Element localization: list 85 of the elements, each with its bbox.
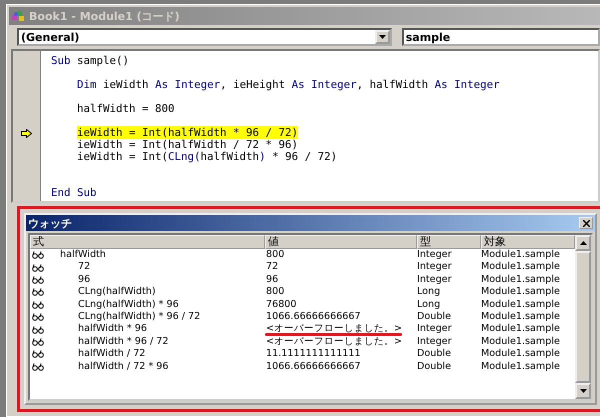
- watch-type: Integer: [417, 274, 452, 285]
- watch-value: 800: [265, 249, 284, 260]
- code-line: Dim ieWidth As Integer, ieHeight As Integer, halfWidth As Integer: [76, 79, 500, 91]
- procedure-dropdown[interactable]: sample: [402, 28, 600, 46]
- watch-type: Double: [417, 348, 451, 360]
- watch-row[interactable]: halfWidth / 72 * 96 1066.66666666667 Double Module1.sample: [30, 360, 575, 373]
- column-header[interactable]: 対象: [481, 235, 575, 249]
- glasses-icon: [32, 326, 44, 334]
- watch-expression: halfWidth: [59, 249, 106, 262]
- watch-value: 96: [265, 274, 278, 285]
- column-header[interactable]: 型: [417, 235, 481, 249]
- watch-expression: halfWidth / 72: [77, 348, 146, 361]
- glasses-icon: [32, 300, 44, 309]
- code-line: ieWidth = Int(CLng(halfWidth) * 96 / 72): [76, 151, 338, 163]
- glasses-icon: [32, 276, 44, 284]
- watch-context: Module1.sample: [481, 298, 560, 310]
- watch-type: Integer: [417, 261, 452, 272]
- watch-type: Double: [417, 360, 451, 372]
- watch-context: Module1.sample: [481, 348, 560, 360]
- watch-value: <オーバーフローしました。>: [265, 323, 402, 334]
- watch-value: 11.1111111111111: [265, 348, 361, 360]
- close-button[interactable]: [579, 217, 593, 229]
- code-line: ieWidth = Int(halfWidth / 72 * 96): [76, 139, 298, 151]
- watch-expression: CLng(halfWidth): [77, 286, 156, 299]
- object-dropdown[interactable]: (General): [17, 28, 392, 46]
- watch-context: Module1.sample: [481, 286, 560, 298]
- code-line: halfWidth = 800: [76, 103, 175, 115]
- caret-icon: [378, 35, 386, 39]
- scroll-thumb[interactable]: [575, 251, 591, 383]
- down-caret-icon: [580, 389, 586, 393]
- watch-expression: 72: [77, 261, 90, 274]
- code-line: End Sub: [51, 187, 97, 199]
- dropdown-button[interactable]: [374, 30, 390, 44]
- watch-row[interactable]: CLng(halfWidth) * 96 76800 Long Module1.sample: [30, 298, 575, 311]
- glasses-icon: [32, 338, 44, 346]
- watch-row[interactable]: CLng(halfWidth) * 96 / 72 1066.66666666667 Double Module1.sample: [30, 310, 575, 324]
- watch-type: Integer: [417, 323, 452, 334]
- watch-expression: halfWidth * 96 / 72: [77, 336, 169, 348]
- watch-expression: halfWidth / 72 * 96: [77, 360, 169, 373]
- watch-context: Module1.sample: [481, 310, 560, 322]
- up-caret-icon: [580, 241, 586, 245]
- watch-title: ウォッチ: [28, 216, 72, 230]
- glasses-icon: [32, 288, 44, 296]
- watch-type: Long: [417, 286, 440, 298]
- watch-expression: CLng(halfWidth) * 96 / 72: [77, 310, 200, 324]
- watch-type: Double: [417, 310, 451, 322]
- watch-row[interactable]: 96 96 Integer Module1.sample: [30, 274, 575, 286]
- scroll-up-button[interactable]: [575, 235, 591, 251]
- watch-context: Module1.sample: [481, 249, 560, 260]
- watch-context: Module1.sample: [481, 261, 560, 272]
- watch-value: 1066.66666666667: [265, 360, 361, 372]
- scroll-down-button[interactable]: [575, 383, 591, 399]
- watch-expression: halfWidth * 96: [77, 323, 147, 336]
- watch-row[interactable]: 72 72 Integer Module1.sample: [30, 261, 575, 274]
- column-header[interactable]: 値: [265, 235, 417, 249]
- watch-context: Module1.sample: [481, 336, 560, 347]
- glasses-icon: [32, 251, 44, 260]
- glasses-icon: [32, 264, 44, 272]
- watch-value: 1066.66666666667: [265, 310, 361, 322]
- watch-context: Module1.sample: [481, 360, 560, 372]
- watch-row[interactable]: halfWidth 800 Integer Module1.sample: [30, 249, 575, 262]
- watch-context: Module1.sample: [481, 323, 560, 334]
- watch-row[interactable]: halfWidth / 72 11.1111111111111 Double Module1.sample: [30, 348, 575, 361]
- watch-type: Long: [417, 298, 440, 310]
- glasses-icon: [32, 350, 44, 358]
- watch-value: 72: [265, 261, 278, 272]
- watch-value: 800: [265, 286, 284, 298]
- watch-value: 76800: [265, 298, 297, 310]
- close-icon: [582, 220, 590, 226]
- watch-expression: 96: [77, 274, 90, 286]
- column-header[interactable]: 式: [30, 235, 265, 249]
- window-title: Book1 - Module1 (コード): [29, 8, 180, 24]
- module-icon: [11, 10, 25, 22]
- watch-row[interactable]: halfWidth * 96 <オーバーフローしました。> Integer Module1.sample: [30, 323, 575, 336]
- code-line: Sub sample(): [51, 55, 130, 67]
- watch-row[interactable]: CLng(halfWidth) 800 Long Module1.sample: [30, 286, 575, 299]
- watch-type: Integer: [417, 336, 452, 347]
- glasses-icon: [32, 362, 44, 371]
- watch-expression: CLng(halfWidth) * 96: [77, 298, 179, 311]
- watch-context: Module1.sample: [481, 274, 560, 285]
- watch-row[interactable]: halfWidth * 96 / 72 <オーバーフローしました。> Integer Module1.sample: [30, 336, 575, 348]
- watch-type: Integer: [417, 249, 452, 260]
- scrollbar[interactable]: [575, 235, 591, 399]
- watch-value: <オーバーフローしました。>: [265, 336, 402, 347]
- glasses-icon: [32, 313, 44, 322]
